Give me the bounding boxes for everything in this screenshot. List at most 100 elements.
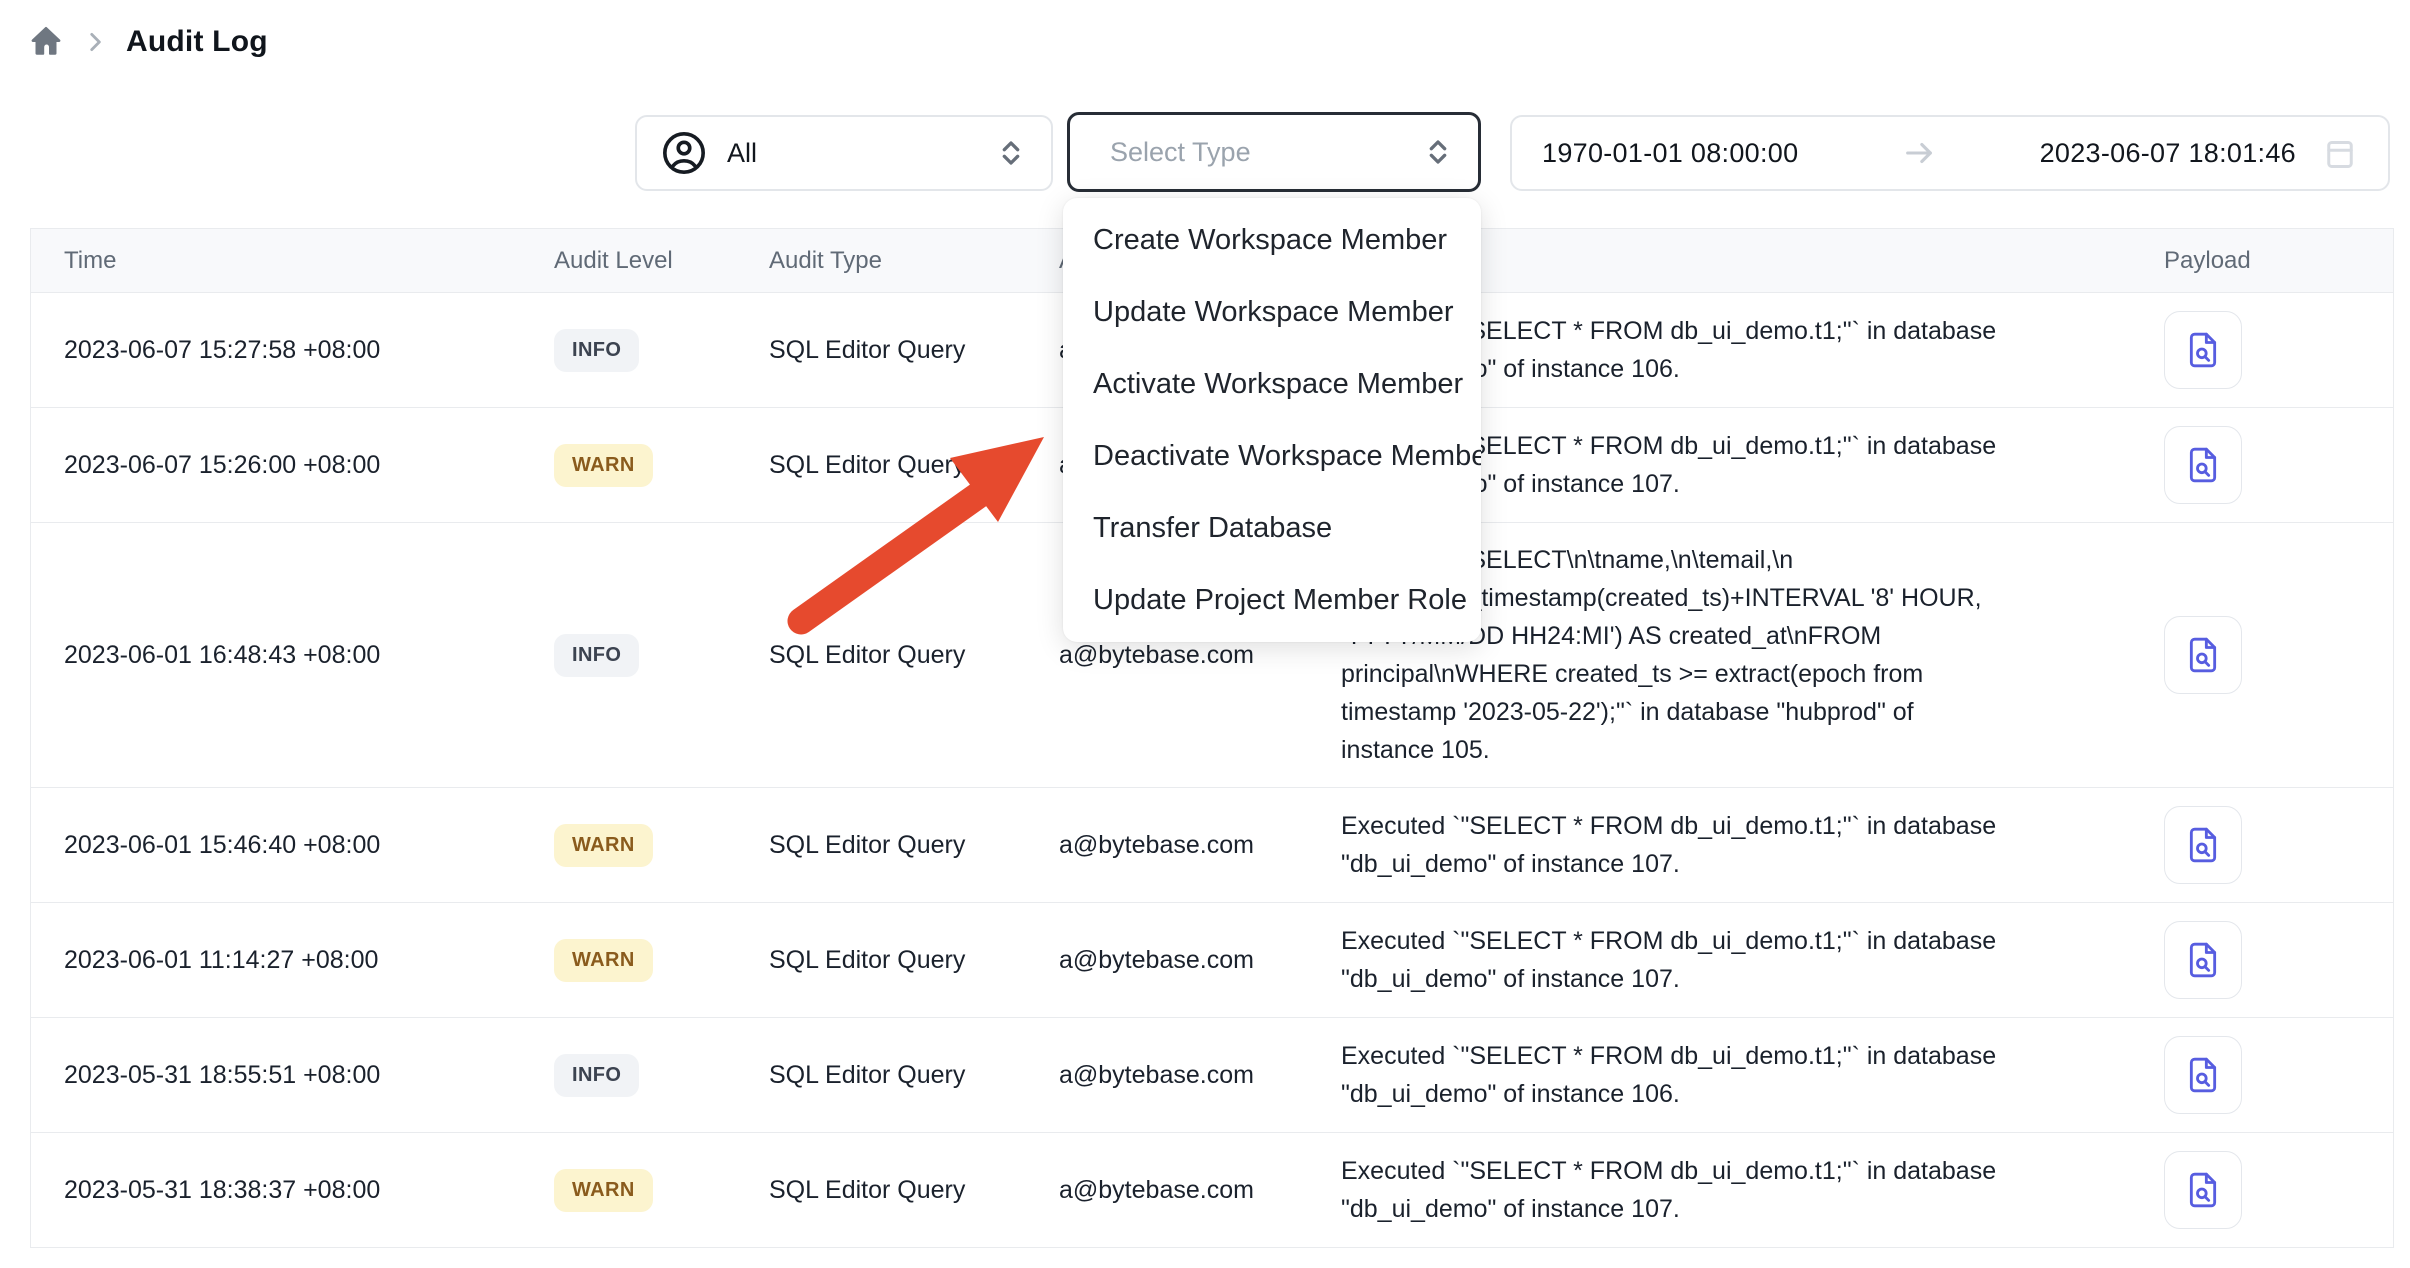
type-dropdown-item[interactable]: Update Project Member Role [1063, 564, 1481, 636]
audit-comment: Executed `"SELECT * FROM db_ui_demo.t1;"… [1341, 1152, 2131, 1228]
audit-payload-cell [2131, 806, 2393, 884]
type-dropdown-item[interactable]: Update Workspace Member [1063, 276, 1481, 348]
view-payload-button[interactable] [2164, 921, 2242, 999]
audit-level-cell: WARN [554, 939, 769, 982]
file-search-icon [2183, 445, 2223, 485]
audit-level-badge: WARN [554, 939, 653, 982]
audit-type: SQL Editor Query [769, 336, 1059, 365]
table-row: 2023-06-01 15:46:40 +08:00 WARN SQL Edit… [31, 788, 2393, 903]
type-dropdown-menu: Create Workspace Member Update Workspace… [1063, 198, 1481, 642]
audit-payload-cell [2131, 311, 2393, 389]
audit-time: 2023-05-31 18:55:51 +08:00 [31, 1061, 554, 1090]
view-payload-button[interactable] [2164, 806, 2242, 884]
audit-level-badge: INFO [554, 634, 639, 677]
header-audit-type: Audit Type [769, 247, 1059, 275]
audit-time: 2023-05-31 18:38:37 +08:00 [31, 1176, 554, 1205]
audit-type: SQL Editor Query [769, 451, 1059, 480]
date-range-start[interactable]: 1970-01-01 08:00:00 [1542, 138, 1798, 169]
audit-comment-line: timestamp '2023-05-22');"` in database "… [1341, 693, 2131, 731]
type-filter-select[interactable]: Select Type [1067, 112, 1481, 192]
audit-actor: a@bytebase.com [1059, 1176, 1341, 1205]
view-payload-button[interactable] [2164, 311, 2242, 389]
file-search-icon [2183, 940, 2223, 980]
audit-comment-line: Executed `"SELECT * FROM db_ui_demo.t1;"… [1341, 807, 2131, 845]
type-filter-placeholder: Select Type [1094, 137, 1251, 168]
audit-type: SQL Editor Query [769, 946, 1059, 975]
view-payload-button[interactable] [2164, 1151, 2242, 1229]
chevron-right-icon [82, 29, 108, 55]
view-payload-button[interactable] [2164, 426, 2242, 504]
audit-level-badge: WARN [554, 1169, 653, 1212]
audit-time: 2023-06-01 15:46:40 +08:00 [31, 831, 554, 860]
audit-comment-line: instance 105. [1341, 731, 2131, 769]
view-payload-button[interactable] [2164, 616, 2242, 694]
audit-comment-line: "db_ui_demo" of instance 107. [1341, 1190, 2131, 1228]
calendar-icon [2322, 135, 2358, 171]
audit-comment: Executed `"SELECT * FROM db_ui_demo.t1;"… [1341, 922, 2131, 998]
audit-actor: a@bytebase.com [1059, 641, 1341, 670]
page-title: Audit Log [126, 25, 268, 59]
audit-comment-line: principal\nWHERE created_ts >= extract(e… [1341, 655, 2131, 693]
audit-level-badge: INFO [554, 1054, 639, 1097]
audit-type: SQL Editor Query [769, 641, 1059, 670]
audit-level-badge: WARN [554, 824, 653, 867]
arrow-right-icon [1902, 136, 1936, 170]
person-circle-icon [661, 130, 707, 176]
audit-payload-cell [2131, 1036, 2393, 1114]
audit-comment-line: "db_ui_demo" of instance 107. [1341, 960, 2131, 998]
audit-time: 2023-06-07 15:27:58 +08:00 [31, 336, 554, 365]
file-search-icon [2183, 330, 2223, 370]
view-payload-button[interactable] [2164, 1036, 2242, 1114]
audit-type: SQL Editor Query [769, 1176, 1059, 1205]
audit-comment: Executed `"SELECT * FROM db_ui_demo.t1;"… [1341, 1037, 2131, 1113]
audit-type: SQL Editor Query [769, 1061, 1059, 1090]
audit-payload-cell [2131, 426, 2393, 504]
file-search-icon [2183, 635, 2223, 675]
date-range-picker[interactable]: 1970-01-01 08:00:00 2023-06-07 18:01:46 [1510, 115, 2390, 191]
breadcrumb: Audit Log [28, 24, 268, 60]
audit-level-cell: INFO [554, 634, 769, 677]
file-search-icon [2183, 825, 2223, 865]
audit-level-cell: WARN [554, 444, 769, 487]
date-range-end[interactable]: 2023-06-07 18:01:46 [2040, 138, 2296, 169]
audit-time: 2023-06-07 15:26:00 +08:00 [31, 451, 554, 480]
chevron-updown-icon [995, 137, 1027, 169]
audit-time: 2023-06-01 16:48:43 +08:00 [31, 641, 554, 670]
audit-level-badge: INFO [554, 329, 639, 372]
audit-actor: a@bytebase.com [1059, 1061, 1341, 1090]
type-dropdown-item[interactable]: Transfer Database [1063, 492, 1481, 564]
audit-comment-line: Executed `"SELECT * FROM db_ui_demo.t1;"… [1341, 922, 2131, 960]
table-row: 2023-05-31 18:38:37 +08:00 WARN SQL Edit… [31, 1133, 2393, 1248]
audit-comment-line: "db_ui_demo" of instance 107. [1341, 845, 2131, 883]
type-dropdown-item[interactable]: Activate Workspace Member [1063, 348, 1481, 420]
audit-actor: a@bytebase.com [1059, 831, 1341, 860]
actor-filter-value: All [727, 138, 757, 169]
header-audit-level: Audit Level [554, 247, 769, 275]
audit-time: 2023-06-01 11:14:27 +08:00 [31, 946, 554, 975]
header-time: Time [31, 247, 554, 275]
type-dropdown-item[interactable]: Create Workspace Member [1063, 204, 1481, 276]
audit-level-badge: WARN [554, 444, 653, 487]
file-search-icon [2183, 1055, 2223, 1095]
audit-actor: a@bytebase.com [1059, 946, 1341, 975]
table-row: 2023-05-31 18:55:51 +08:00 INFO SQL Edit… [31, 1018, 2393, 1133]
audit-comment-line: Executed `"SELECT * FROM db_ui_demo.t1;"… [1341, 1152, 2131, 1190]
type-dropdown-item[interactable]: Deactivate Workspace Member [1063, 420, 1481, 492]
chevron-updown-icon [1422, 136, 1454, 168]
audit-payload-cell [2131, 1151, 2393, 1229]
actor-filter-select[interactable]: All [635, 115, 1053, 191]
audit-level-cell: WARN [554, 824, 769, 867]
home-icon[interactable] [28, 24, 64, 60]
table-row: 2023-06-01 11:14:27 +08:00 WARN SQL Edit… [31, 903, 2393, 1018]
audit-comment: Executed `"SELECT * FROM db_ui_demo.t1;"… [1341, 807, 2131, 883]
audit-comment-line: "db_ui_demo" of instance 106. [1341, 1075, 2131, 1113]
audit-type: SQL Editor Query [769, 831, 1059, 860]
file-search-icon [2183, 1170, 2223, 1210]
audit-level-cell: WARN [554, 1169, 769, 1212]
header-payload: Payload [2131, 247, 2393, 275]
audit-payload-cell [2131, 616, 2393, 694]
audit-payload-cell [2131, 921, 2393, 999]
audit-level-cell: INFO [554, 1054, 769, 1097]
audit-comment-line: Executed `"SELECT * FROM db_ui_demo.t1;"… [1341, 1037, 2131, 1075]
audit-level-cell: INFO [554, 329, 769, 372]
